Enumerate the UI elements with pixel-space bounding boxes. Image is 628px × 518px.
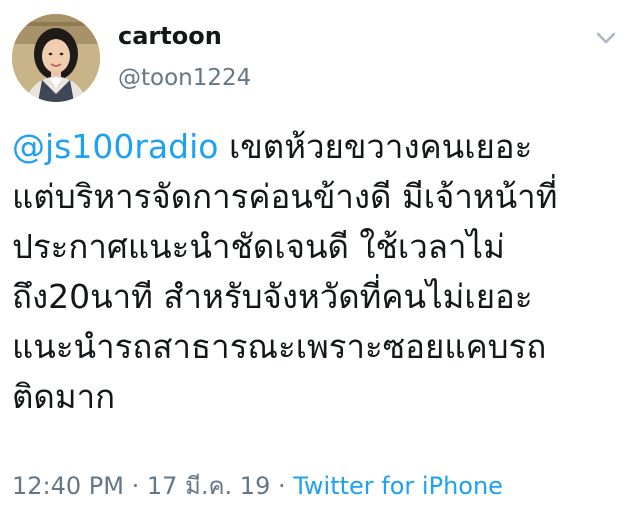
avatar[interactable] — [12, 14, 100, 102]
username[interactable]: @toon1224 — [118, 62, 251, 94]
tweet-text-line: @js100radio เขตห้วยขวางคนเยอะ — [12, 122, 618, 172]
chevron-down-icon[interactable] — [594, 28, 618, 48]
tweet-text: @js100radio เขตห้วยขวางคนเยอะ แต่บริหารจ… — [12, 122, 618, 422]
mention-link[interactable]: @js100radio — [12, 127, 218, 166]
tweet-text-line: แนะนำรถสาธารณะเพราะซอยแคบรถ — [12, 327, 547, 366]
tweet-text-segment: เขตห้วยขวางคนเยอะ — [218, 127, 533, 166]
display-name[interactable]: cartoon — [118, 20, 222, 52]
tweet-text-line: แต่บริหารจัดการค่อนข้างดี มีเจ้าหน้าที่ — [12, 177, 558, 216]
tweet-card: cartoon @toon1224 @js100radio เขตห้วยขวา… — [0, 0, 628, 518]
tweet-text-line: ติดมาก — [12, 377, 116, 416]
avatar-image — [12, 14, 100, 102]
tweet-date[interactable]: 17 มี.ค. 19 — [147, 472, 270, 500]
meta-separator: · — [270, 472, 294, 500]
tweet-text-line: ประกาศแนะนำชัดเจนดี ใช้เวลาไม่ — [12, 227, 505, 266]
meta-separator: · — [123, 472, 147, 500]
tweet-source-link[interactable]: Twitter for iPhone — [293, 472, 503, 500]
tweet-time[interactable]: 12:40 PM — [12, 472, 124, 500]
tweet-meta: 12:40 PM · 17 มี.ค. 19 · Twitter for iPh… — [12, 468, 503, 504]
tweet-text-line: ถึง20นาที สำหรับจังหวัดที่คนไม่เยอะ — [12, 277, 533, 316]
